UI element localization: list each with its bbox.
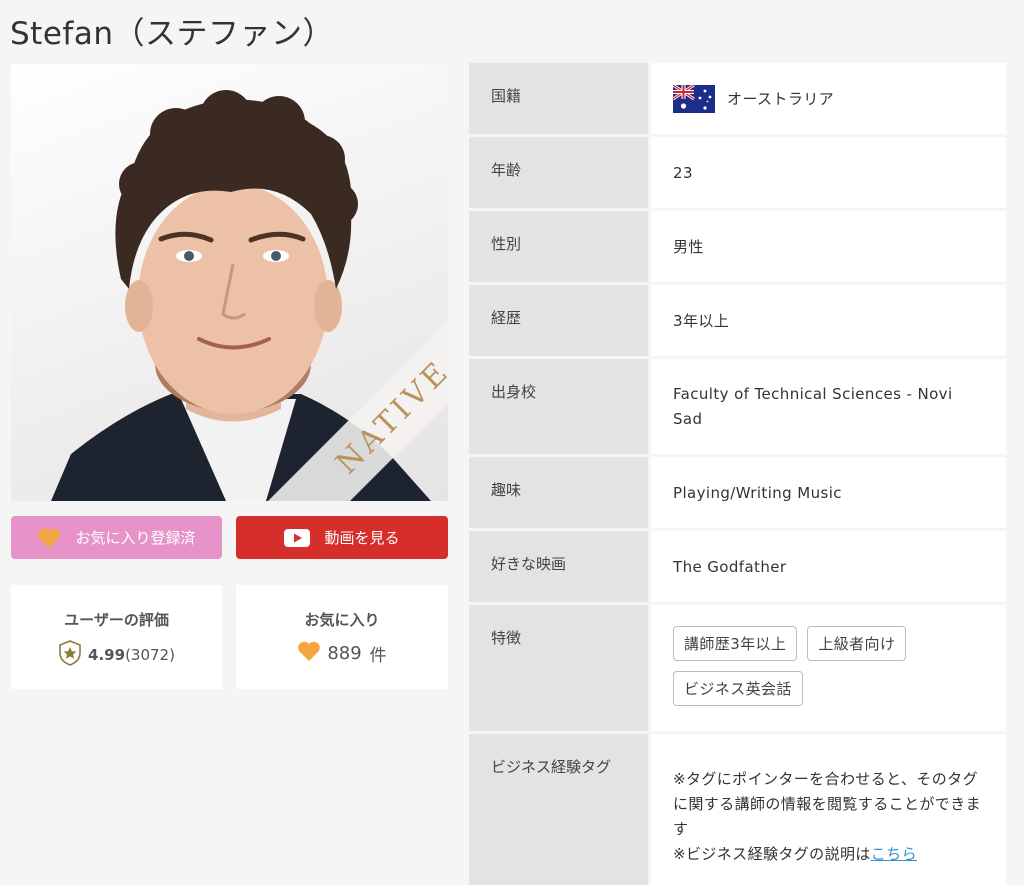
- gender-label: 性別: [469, 211, 651, 282]
- row-favorite-movie: 好きな映画 The Godfather: [469, 531, 1006, 605]
- features-label: 特徴: [469, 605, 651, 731]
- favorites-label: お気に入り: [304, 611, 380, 629]
- favorites-count: 889: [327, 642, 362, 664]
- row-career: 経歴 3年以上: [469, 285, 1006, 359]
- business-tags-label: ビジネス経験タグ: [469, 734, 651, 885]
- favorite-button[interactable]: お気に入り登録済: [11, 516, 222, 559]
- star-shield-icon: [58, 640, 82, 670]
- favorite-button-label: お気に入り登録済: [75, 529, 196, 547]
- age-value: 23: [651, 137, 1006, 208]
- hobby-label: 趣味: [469, 457, 651, 528]
- career-label: 経歴: [469, 285, 651, 356]
- profile-info-table: 国籍 オーストラリア 年齢 23 性別 男性 経歴 3年以上 出身校 Facul…: [469, 63, 1006, 885]
- career-value: 3年以上: [651, 285, 1006, 356]
- australia-flag-icon: [673, 84, 715, 113]
- favorite-movie-label: 好きな映画: [469, 531, 651, 602]
- favorites-box: お気に入り 889 件: [236, 585, 448, 689]
- feature-tag[interactable]: ビジネス英会話: [673, 671, 803, 706]
- feature-tags: 講師歴3年以上 上級者向け ビジネス英会話: [651, 605, 1006, 731]
- feature-tag[interactable]: 上級者向け: [807, 626, 907, 661]
- business-tags-hint: ※タグにポインターを合わせると、そのタグに関する講師の情報を閲覧することができま…: [673, 770, 982, 838]
- user-rating-label: ユーザーの評価: [64, 611, 169, 629]
- favorites-unit: 件: [369, 645, 387, 666]
- school-value: Faculty of Technical Sciences - Novi Sad: [651, 359, 1006, 454]
- business-tags-explanation-text: ※ビジネス経験タグの説明は: [673, 845, 871, 863]
- row-hobby: 趣味 Playing/Writing Music: [469, 457, 1006, 531]
- heart-icon: [37, 527, 61, 549]
- row-nationality: 国籍 オーストラリア: [469, 63, 1006, 137]
- hobby-value: Playing/Writing Music: [651, 457, 1006, 528]
- user-rating-box: ユーザーの評価 4.99 (3072): [11, 585, 222, 689]
- row-school: 出身校 Faculty of Technical Sciences - Novi…: [469, 359, 1006, 457]
- school-label: 出身校: [469, 359, 651, 454]
- play-video-icon: [284, 528, 311, 547]
- rating-count: (3072): [125, 646, 175, 664]
- row-age: 年齢 23: [469, 137, 1006, 211]
- feature-tag[interactable]: 講師歴3年以上: [673, 626, 798, 661]
- nationality-label: 国籍: [469, 63, 651, 134]
- row-business-tags: ビジネス経験タグ ※タグにポインターを合わせると、そのタグに関する講師の情報を閲…: [469, 734, 1006, 885]
- watch-video-button[interactable]: 動画を見る: [236, 516, 448, 559]
- row-features: 特徴 講師歴3年以上 上級者向け ビジネス英会話: [469, 605, 1006, 734]
- age-label: 年齢: [469, 137, 651, 208]
- business-tags-note: ※タグにポインターを合わせると、そのタグに関する講師の情報を閲覧することができま…: [651, 734, 1006, 885]
- row-gender: 性別 男性: [469, 211, 1006, 285]
- nationality-value: オーストラリア: [727, 90, 835, 108]
- teacher-photo: NATIVE: [11, 64, 448, 501]
- business-tags-explanation-link[interactable]: こちら: [871, 845, 917, 863]
- watch-video-label: 動画を見る: [324, 529, 400, 547]
- heart-icon: [297, 640, 321, 666]
- rating-score: 4.99: [88, 646, 126, 664]
- page-title: Stefan（ステファン）: [10, 16, 334, 52]
- gender-value: 男性: [651, 211, 1006, 282]
- favorite-movie-value: The Godfather: [651, 531, 1006, 602]
